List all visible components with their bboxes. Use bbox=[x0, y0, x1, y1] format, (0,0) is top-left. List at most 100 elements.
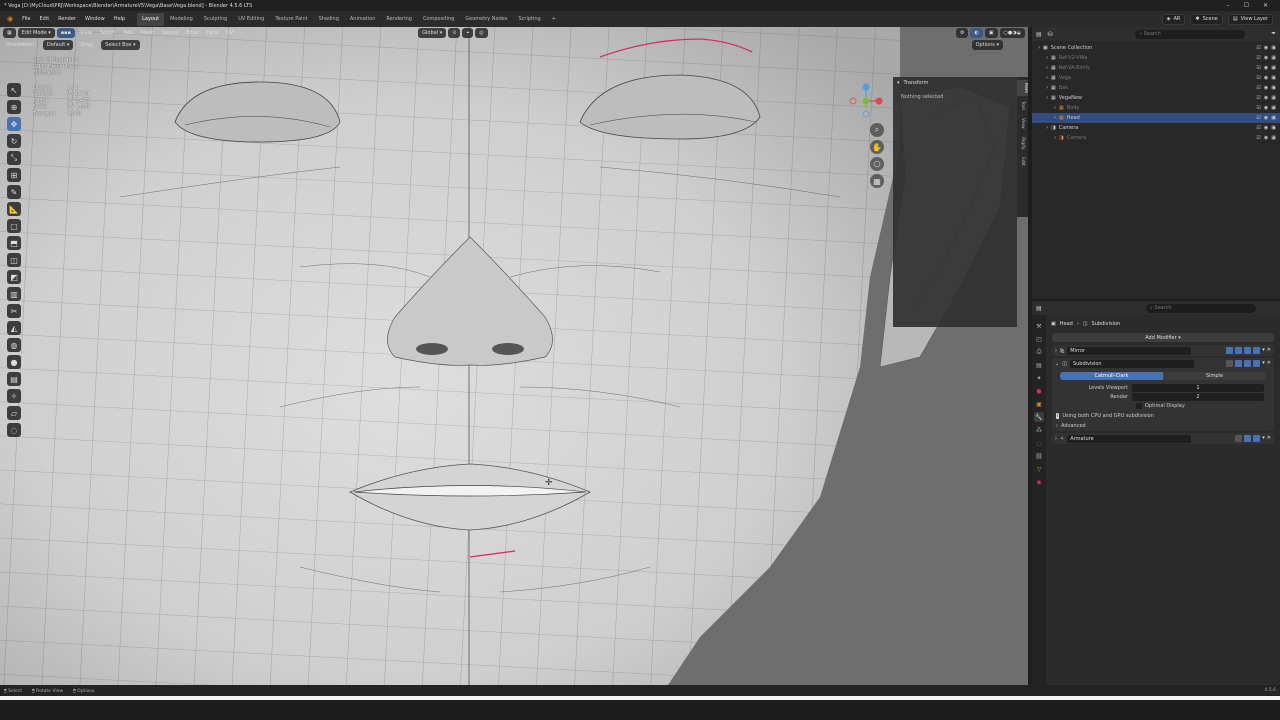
dropdown-icon[interactable]: ▾ bbox=[1262, 347, 1265, 354]
chevron-right-icon[interactable]: › bbox=[1038, 45, 1040, 51]
edge-slide-tool-icon[interactable]: ▤ bbox=[7, 372, 21, 386]
eye-icon[interactable]: ◉ bbox=[1264, 115, 1268, 121]
move-tool-icon[interactable]: ✥ bbox=[7, 117, 21, 131]
modifier-tab-icon[interactable]: 🔧 bbox=[1034, 412, 1044, 422]
navigation-gizmo[interactable] bbox=[846, 79, 886, 119]
eye-icon[interactable]: ◉ bbox=[1264, 55, 1268, 61]
menu-file[interactable]: File bbox=[18, 13, 34, 26]
outliner-row[interactable]: › ▦ VegaNew ☑ ◉ ▣ bbox=[1032, 93, 1280, 103]
exclude-checkbox-icon[interactable]: ☑ bbox=[1256, 105, 1260, 111]
transform-orientation-selector[interactable]: Global ▾ bbox=[418, 28, 447, 38]
scene-tab-icon[interactable]: ✦ bbox=[1034, 373, 1044, 383]
eye-icon[interactable]: ◉ bbox=[1264, 75, 1268, 81]
outliner-row[interactable]: › ◨ Camera ☑ ◉ ▣ bbox=[1032, 123, 1280, 133]
menu-help[interactable]: Help bbox=[110, 13, 129, 26]
transform-panel-header[interactable]: ▾ Transform bbox=[897, 80, 1013, 86]
add-modifier-button[interactable]: Add Modifier ▾ bbox=[1052, 333, 1274, 342]
physics-tab-icon[interactable]: ◌ bbox=[1034, 438, 1044, 448]
tab-tool[interactable]: Tool bbox=[1020, 98, 1025, 113]
outliner-row[interactable]: › ▦ Ref-V2-VWa ☑ ◉ ▣ bbox=[1032, 53, 1280, 63]
outliner-row[interactable]: › ▦ Bak ☑ ◉ ▣ bbox=[1032, 83, 1280, 93]
chevron-right-icon[interactable]: › bbox=[1046, 65, 1048, 71]
workspace-tab-modeling[interactable]: Modeling bbox=[165, 13, 198, 26]
output-tab-icon[interactable]: ⎙ bbox=[1034, 347, 1044, 357]
dropdown-icon[interactable]: ▾ bbox=[1262, 435, 1265, 442]
pan-hand-icon[interactable]: ✋ bbox=[870, 140, 884, 154]
xray-toggle-icon[interactable]: ▣ bbox=[984, 28, 998, 38]
outliner-row[interactable]: › ▦ Ref-VA-Emily ☑ ◉ ▣ bbox=[1032, 63, 1280, 73]
properties-search-input[interactable]: ⌕ Search bbox=[1146, 303, 1256, 313]
rip-tool-icon[interactable]: ◌ bbox=[7, 423, 21, 437]
checkbox-box[interactable] bbox=[1136, 403, 1142, 409]
scene-selector[interactable]: ✱ Scene bbox=[1190, 13, 1223, 25]
material-tab-icon[interactable]: ◉ bbox=[1034, 477, 1044, 487]
spin-tool-icon[interactable]: ◍ bbox=[7, 338, 21, 352]
render-display-icon[interactable] bbox=[1253, 347, 1261, 354]
exclude-checkbox-icon[interactable]: ☑ bbox=[1256, 85, 1260, 91]
armature-modifier-header[interactable]: › ✧ Armature ▾ ✕ bbox=[1052, 433, 1274, 444]
exclude-checkbox-icon[interactable]: ☑ bbox=[1256, 65, 1260, 71]
shear-tool-icon[interactable]: ▱ bbox=[7, 406, 21, 420]
editor-type-icon[interactable]: ▤ bbox=[1036, 31, 1042, 38]
select-mode-buttons[interactable]: ▪▪▪ bbox=[56, 28, 75, 38]
chevron-right-icon[interactable]: › bbox=[1055, 436, 1057, 442]
menu-window[interactable]: Window bbox=[81, 13, 109, 26]
filter-icon[interactable]: ⏷ bbox=[1271, 30, 1276, 38]
render-camera-icon[interactable]: ▣ bbox=[1271, 95, 1276, 101]
render-display-icon[interactable] bbox=[1253, 360, 1261, 367]
render-camera-icon[interactable]: ▣ bbox=[1271, 85, 1276, 91]
eye-icon[interactable]: ◉ bbox=[1264, 135, 1268, 141]
maximize-button[interactable]: ☐ bbox=[1244, 2, 1249, 9]
close-button[interactable]: ✕ bbox=[1263, 2, 1268, 9]
rotate-tool-icon[interactable]: ↻ bbox=[7, 134, 21, 148]
snap-icon[interactable]: ⌖ bbox=[462, 28, 474, 38]
workspace-tab-scripting[interactable]: Scripting bbox=[513, 13, 545, 26]
shading-mode-buttons[interactable]: ○●◑◒ bbox=[999, 28, 1025, 38]
poly-build-tool-icon[interactable]: ◭ bbox=[7, 321, 21, 335]
tweak-tool-icon[interactable]: ↖ bbox=[7, 83, 21, 97]
workspace-tab-shading[interactable]: Shading bbox=[314, 13, 344, 26]
extrude-tool-icon[interactable]: ⬒ bbox=[7, 236, 21, 250]
viewport-display-icon[interactable] bbox=[1244, 435, 1252, 442]
remove-modifier-icon[interactable]: ✕ bbox=[1267, 347, 1271, 354]
exclude-checkbox-icon[interactable]: ☑ bbox=[1256, 125, 1260, 131]
outliner-search-input[interactable]: ⌕ Search bbox=[1135, 29, 1246, 39]
render-camera-icon[interactable]: ▣ bbox=[1271, 75, 1276, 81]
levels-viewport-input[interactable]: 1 bbox=[1132, 383, 1264, 392]
tab-view[interactable]: View bbox=[1020, 115, 1025, 132]
viewport-display-icon[interactable] bbox=[1244, 347, 1252, 354]
chevron-right-icon[interactable]: › bbox=[1046, 85, 1048, 91]
render-camera-icon[interactable]: ▣ bbox=[1271, 135, 1276, 141]
eye-icon[interactable]: ◉ bbox=[1264, 105, 1268, 111]
remove-modifier-icon[interactable]: ✕ bbox=[1267, 360, 1271, 367]
outliner-row[interactable]: › ▦ Head ☑ ◉ ▣ bbox=[1032, 113, 1280, 123]
menu-mesh[interactable]: Mesh bbox=[138, 30, 157, 36]
menu-edge[interactable]: Edge bbox=[183, 30, 202, 36]
edit-cage-icon[interactable] bbox=[1226, 347, 1234, 354]
add-workspace-button[interactable]: + bbox=[547, 13, 561, 26]
chevron-right-icon[interactable]: › bbox=[1046, 55, 1048, 61]
proportional-edit-icon[interactable]: ◎ bbox=[475, 28, 488, 38]
subdivision-modifier-header[interactable]: ⌄ ◫ Subdivision ▾ ✕ bbox=[1052, 358, 1274, 369]
chevron-down-icon[interactable]: ⌄ bbox=[1055, 361, 1059, 367]
display-mode-icon[interactable]: ⛁ bbox=[1048, 31, 1053, 38]
camera-view-icon[interactable]: ⎔ bbox=[870, 157, 884, 171]
workspace-tab-animation[interactable]: Animation bbox=[345, 13, 381, 26]
loop-cut-tool-icon[interactable]: ▥ bbox=[7, 287, 21, 301]
mode-selector[interactable]: Edit Mode ▾ bbox=[17, 28, 55, 38]
tool-tab-icon[interactable]: ⚒ bbox=[1034, 321, 1044, 331]
knife-tool-icon[interactable]: ✂ bbox=[7, 304, 21, 318]
menu-add[interactable]: Add bbox=[120, 30, 136, 36]
workspace-tab-uv-editing[interactable]: UV Editing bbox=[233, 13, 269, 26]
eye-icon[interactable]: ◉ bbox=[1264, 125, 1268, 131]
eye-icon[interactable]: ◉ bbox=[1264, 85, 1268, 91]
remove-modifier-icon[interactable]: ✕ bbox=[1267, 435, 1271, 442]
tab-edit[interactable]: Edit bbox=[1020, 154, 1025, 169]
render-display-icon[interactable] bbox=[1253, 435, 1261, 442]
outliner-row[interactable]: › ▦ Body ☑ ◉ ▣ bbox=[1032, 103, 1280, 113]
render-camera-icon[interactable]: ▣ bbox=[1271, 55, 1276, 61]
transform-tool-icon[interactable]: ⊞ bbox=[7, 168, 21, 182]
particles-tab-icon[interactable]: ⁂ bbox=[1034, 425, 1044, 435]
workspace-tab-compositing[interactable]: Compositing bbox=[418, 13, 459, 26]
exclude-checkbox-icon[interactable]: ☑ bbox=[1256, 115, 1260, 121]
